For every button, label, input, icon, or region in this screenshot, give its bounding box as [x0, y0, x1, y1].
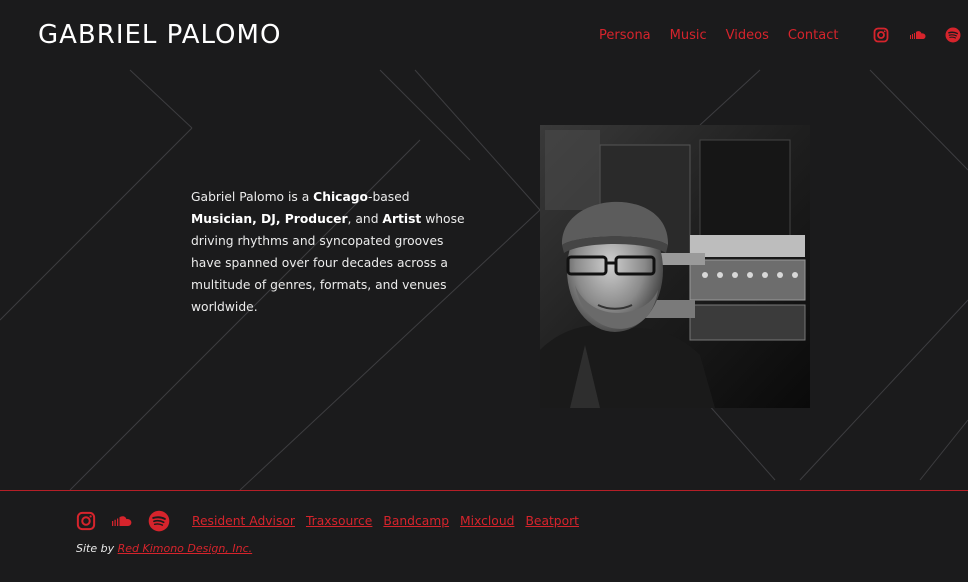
site-header: GABRIEL PALOMO Persona Music Videos Cont… [0, 0, 968, 70]
soundcloud-icon[interactable] [909, 27, 926, 43]
artist-portrait-photo [540, 125, 810, 408]
soundcloud-icon[interactable] [110, 511, 134, 531]
footer-link-mixcloud[interactable]: Mixcloud [460, 514, 514, 528]
footer-link-beatport[interactable]: Beatport [525, 514, 579, 528]
nav-music[interactable]: Music [670, 28, 707, 43]
credit-link[interactable]: Red Kimono Design, Inc. [118, 542, 253, 555]
footer-link-bandcamp[interactable]: Bandcamp [383, 514, 449, 528]
instagram-icon[interactable] [76, 511, 96, 531]
credit-prefix: Site by [76, 542, 118, 555]
site-logo[interactable]: GABRIEL PALOMO [38, 20, 281, 50]
nav-contact[interactable]: Contact [788, 28, 839, 43]
header-social-icons [873, 27, 961, 43]
bio-artist: Artist [382, 212, 422, 226]
footer-link-traxsource[interactable]: Traxsource [306, 514, 372, 528]
bio-city: Chicago [313, 190, 369, 204]
bio-text: Gabriel Palomo is a [191, 190, 314, 204]
artist-bio: Gabriel Palomo is a Chicago-based Musici… [191, 186, 471, 318]
footer-social-icons [76, 510, 170, 532]
bio-roles: Musician, DJ, Producer [191, 212, 348, 226]
main-nav: Persona Music Videos Contact [599, 28, 838, 43]
bio-text: -based [368, 190, 410, 204]
site-credit: Site by Red Kimono Design, Inc. [76, 542, 252, 555]
footer-link-resident-advisor[interactable]: Resident Advisor [192, 514, 295, 528]
background-diagonal-lines [0, 69, 968, 490]
site-footer: Resident Advisor Traxsource Bandcamp Mix… [0, 490, 968, 582]
instagram-icon[interactable] [873, 27, 889, 43]
spotify-icon[interactable] [148, 510, 170, 532]
spotify-icon[interactable] [945, 27, 961, 43]
bio-text: whose driving rhythms and syncopated gro… [191, 212, 465, 314]
footer-links: Resident Advisor Traxsource Bandcamp Mix… [192, 514, 579, 528]
nav-videos[interactable]: Videos [726, 28, 769, 43]
bio-text: , and [347, 212, 383, 226]
nav-persona[interactable]: Persona [599, 28, 651, 43]
